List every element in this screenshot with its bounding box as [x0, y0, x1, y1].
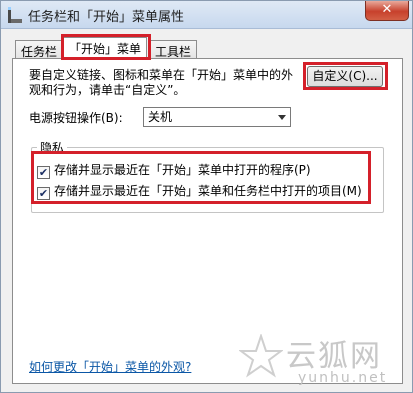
dropdown-arrow-icon[interactable]: [278, 115, 286, 120]
recent-programs-checkbox[interactable]: ✔: [37, 166, 50, 179]
power-button-value: 关机: [148, 110, 173, 124]
title-bar[interactable]: 任务栏和「开始」菜单属性 ✕: [1, 1, 412, 29]
close-button[interactable]: ✕: [365, 1, 409, 21]
taskbar-properties-icon: [8, 7, 22, 23]
watermark-text: 云狐网: [286, 339, 382, 374]
customize-button[interactable]: 自定义(C)...: [307, 66, 383, 87]
recent-items-option[interactable]: ✔ 存储并显示最近在「开始」菜单和任务栏中打开的项目(M): [37, 182, 362, 200]
close-icon: ✕: [381, 2, 393, 17]
tab-taskbar[interactable]: 任务栏: [15, 40, 64, 59]
recent-programs-label: 存储并显示最近在「开始」菜单中打开的程序(P): [54, 163, 311, 177]
recent-items-checkbox[interactable]: ✔: [37, 187, 50, 200]
recent-items-label: 存储并显示最近在「开始」菜单和任务栏中打开的项目(M): [54, 184, 362, 198]
power-button-label: 电源按钮操作(B):: [29, 111, 123, 125]
appearance-help-link[interactable]: 如何更改「开始」菜单的外观?: [29, 358, 191, 375]
window-title: 任务栏和「开始」菜单属性: [28, 10, 185, 25]
recent-programs-option[interactable]: ✔ 存储并显示最近在「开始」菜单中打开的程序(P): [37, 161, 311, 179]
watermark-url: yunhu.net: [298, 370, 388, 386]
privacy-group-label: 隐私: [37, 139, 68, 156]
watermark-star-icon: [239, 334, 283, 378]
tab-toolbars[interactable]: 工具栏: [149, 40, 198, 59]
power-button-select[interactable]: 关机: [143, 107, 291, 127]
customize-description: 要自定义链接、图标和菜单在「开始」菜单中的外观和行为，请单击“自定义”。: [29, 68, 294, 97]
properties-window: 任务栏和「开始」菜单属性 ✕ 任务栏 「开始」菜单 工具栏 要自定义链接、图标和…: [0, 0, 413, 393]
tab-start-menu[interactable]: 「开始」菜单: [63, 37, 148, 59]
privacy-group: [31, 147, 384, 213]
